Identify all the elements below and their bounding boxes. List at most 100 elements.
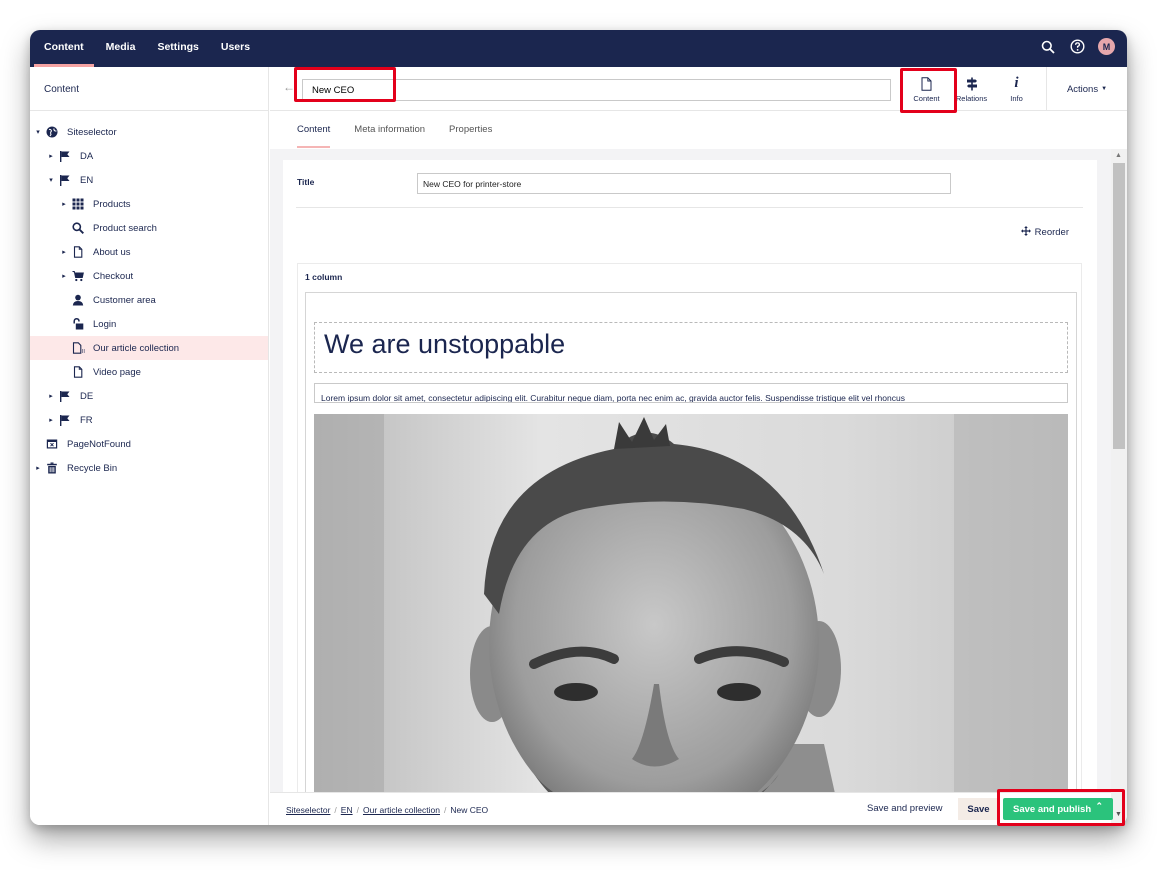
tree-node-label: Product search (93, 222, 157, 234)
caret-right-icon[interactable]: ▸ (60, 200, 68, 208)
save-and-preview-button[interactable]: Save and preview (857, 799, 953, 820)
tree-node-da[interactable]: ▸ DA (30, 144, 268, 168)
search-icon (71, 221, 85, 235)
save-and-publish-button[interactable]: Save and publish ⌃ (1003, 798, 1113, 820)
window-icon (45, 437, 59, 451)
documents-icon (71, 341, 85, 355)
caret-down-icon: ▼ (1101, 86, 1108, 92)
content-area: Title Reorder 1 column We are unstoppabl… (270, 149, 1111, 792)
scroll-up-arrow-icon[interactable]: ▲ (1115, 152, 1122, 159)
tab-properties[interactable]: Properties (449, 112, 492, 148)
app-relations[interactable]: Relations (949, 67, 994, 111)
help-icon[interactable] (1069, 39, 1085, 55)
top-icons: M (1040, 38, 1115, 55)
tree-node-products[interactable]: ▸ Products (30, 192, 268, 216)
tree-node-label: Products (93, 198, 131, 210)
search-icon[interactable] (1040, 39, 1056, 55)
tab-meta-information[interactable]: Meta information (354, 112, 425, 148)
title-label: Title (297, 177, 315, 187)
tree-node-label: Checkout (93, 270, 134, 282)
tree-node-video-page[interactable]: Video page (30, 360, 268, 384)
sidebar-title: Content (30, 67, 268, 111)
content-tree-sidebar: Content ▾ Siteselector ▸ DA ▾ EN ▸ Produ… (30, 67, 269, 825)
tree-node-product-search[interactable]: Product search (30, 216, 268, 240)
divider (296, 207, 1083, 208)
tree-node-label: Our article collection (93, 342, 180, 354)
tab-content[interactable]: Content (297, 112, 331, 148)
move-icon (1020, 226, 1031, 239)
content-editor: ← Content Relations i Info Actions ▼ (270, 67, 1127, 825)
actions-label: Actions (1066, 83, 1099, 95)
section-nav: Content Media Settings Users (34, 30, 262, 67)
tree-node-label: Siteselector (67, 126, 117, 138)
app-window: Content Media Settings Users M Content ▾… (30, 30, 1127, 825)
tree-node-de[interactable]: ▸ DE (30, 384, 268, 408)
tree-node-checkout[interactable]: ▸ Checkout (30, 264, 268, 288)
scroll-down-arrow-icon[interactable]: ▼ (1115, 811, 1122, 818)
tree-node-siteselector[interactable]: ▾ Siteselector (30, 120, 268, 144)
rich-text-editor[interactable]: Lorem ipsum dolor sit amet, consectetur … (314, 383, 1068, 403)
tree-node-login[interactable]: Login (30, 312, 268, 336)
info-icon: i (1014, 75, 1019, 91)
caret-down-icon[interactable]: ▾ (34, 128, 42, 136)
tree-node-label: FR (80, 414, 93, 426)
caret-right-icon[interactable]: ▸ (47, 392, 55, 400)
tree-node-about-us[interactable]: ▸ About us (30, 240, 268, 264)
ceo-portrait-image[interactable] (314, 414, 1068, 792)
grid-layout-block: 1 column We are unstoppable Lorem ipsum … (297, 263, 1082, 792)
flag-icon (58, 413, 72, 427)
breadcrumb-en[interactable]: EN (341, 805, 353, 815)
caret-right-icon[interactable]: ▸ (34, 464, 42, 472)
vertical-scrollbar[interactable]: ▲ ▼ (1111, 149, 1127, 825)
actions-dropdown-button[interactable]: Actions ▼ (1046, 67, 1127, 111)
scroll-thumb[interactable] (1113, 163, 1125, 449)
breadcrumb-separator: / (356, 805, 359, 815)
user-avatar[interactable]: M (1098, 38, 1115, 55)
flag-icon (58, 173, 72, 187)
content-name-input[interactable] (302, 79, 891, 101)
caret-up-icon[interactable]: ⌃ (1095, 801, 1103, 812)
save-button[interactable]: Save (958, 798, 999, 820)
tree-node-label: DA (80, 150, 94, 162)
caret-right-icon[interactable]: ▸ (47, 416, 55, 424)
caret-down-icon[interactable]: ▾ (47, 176, 55, 184)
breadcrumb-siteselector[interactable]: Siteselector (286, 805, 330, 815)
section-settings[interactable]: Settings (147, 30, 208, 67)
tree-node-label: DE (80, 390, 94, 402)
section-users[interactable]: Users (211, 30, 260, 67)
column-area: We are unstoppable Lorem ipsum dolor sit… (305, 292, 1077, 792)
tree-node-customer-area[interactable]: Customer area (30, 288, 268, 312)
document-icon (921, 76, 932, 92)
flag-icon (58, 149, 72, 163)
section-media[interactable]: Media (96, 30, 146, 67)
breadcrumb-separator: / (444, 805, 447, 815)
caret-right-icon[interactable]: ▸ (47, 152, 55, 160)
tree-node-pagenotfound[interactable]: PageNotFound (30, 432, 268, 456)
save-and-publish-label: Save and publish (1013, 803, 1092, 815)
back-arrow-icon[interactable]: ← (283, 80, 295, 94)
caret-right-icon[interactable]: ▸ (60, 248, 68, 256)
app-content-label: Content (913, 93, 940, 103)
tree-node-label: Login (93, 318, 117, 330)
reorder-button[interactable]: Reorder (1020, 226, 1069, 239)
editor-apps: Content Relations i Info (904, 67, 1039, 111)
app-content[interactable]: Content (904, 67, 949, 111)
caret-right-icon[interactable]: ▸ (60, 272, 68, 280)
tree-node-label: About us (93, 246, 131, 258)
tree-node-our-article-collection[interactable]: Our article collection (30, 336, 268, 360)
tree-node-en[interactable]: ▾ EN (30, 168, 268, 192)
headline-editor[interactable]: We are unstoppable (314, 322, 1068, 373)
tree-node-label: Recycle Bin (67, 462, 118, 474)
title-field[interactable] (417, 173, 951, 194)
app-info[interactable]: i Info (994, 67, 1039, 111)
tree-node-label: Customer area (93, 294, 156, 306)
tree-node-recycle-bin[interactable]: ▸ Recycle Bin (30, 456, 268, 480)
breadcrumb-our-article-collection[interactable]: Our article collection (363, 805, 440, 815)
cart-icon (71, 269, 85, 283)
tree-node-fr[interactable]: ▸ FR (30, 408, 268, 432)
editor-footer: Siteselector / EN / Our article collecti… (270, 792, 1113, 825)
breadcrumb: Siteselector / EN / Our article collecti… (286, 805, 488, 815)
unlock-icon (71, 317, 85, 331)
flag-icon (58, 389, 72, 403)
section-content[interactable]: Content (34, 30, 94, 67)
